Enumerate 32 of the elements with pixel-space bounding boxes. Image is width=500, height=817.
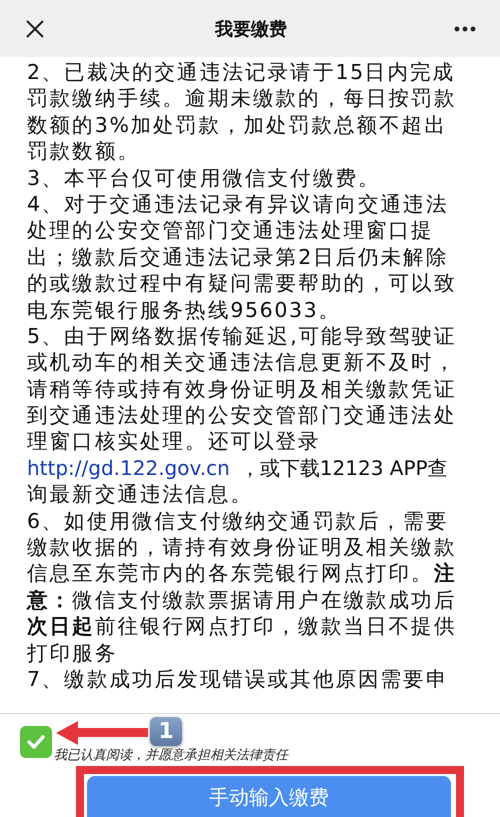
- notice-line: 数额的3%加处罚款，加处罚款总额不超出: [27, 112, 447, 138]
- notice-line: 处理的公安交管部门交通违法处理窗口提: [27, 217, 434, 244]
- notice-line: 6、如使用微信支付缴纳交通罚款后，需要: [27, 508, 448, 534]
- close-icon[interactable]: [26, 20, 44, 38]
- notice-line: 理窗口核实处理。还可以登录: [27, 428, 321, 455]
- notice-line: 打印服务: [27, 640, 118, 666]
- notice-line: 2、已裁决的交通违法记录请于15日内完成: [27, 59, 456, 86]
- notice-line: 或机动车的相关交通违法信息更新不及时，: [27, 349, 456, 376]
- step-badge: 1: [150, 717, 182, 746]
- check-icon: [26, 734, 46, 750]
- notice-line: 罚款数额。: [27, 138, 140, 165]
- notice-line: 意：微信支付缴款票据请用户在缴款成功后: [27, 586, 456, 614]
- notice-line: 次日起前往银行网点打印，缴款当日不提供: [27, 613, 456, 640]
- notice-line: ，或下载12123 APP查: [240, 454, 448, 482]
- notice-line: 电东莞银行服务热线956033。: [27, 296, 341, 323]
- website-link[interactable]: http://gd.122.gov.cn: [27, 454, 230, 482]
- agreement-label: 我已认真阅读，并愿意承担相关法律责任: [54, 748, 288, 763]
- notice-line: 3、本平台仅可使用微信支付缴费。: [27, 164, 381, 191]
- notice-line: 4、对于交通违法记录有异议请向交通违法: [27, 190, 448, 218]
- notice-line: 罚款缴纳手续。逾期未缴款的，每日按罚款: [27, 85, 456, 112]
- page-title: 我要缴费: [215, 18, 287, 40]
- notice-line: 信息至东莞市内的各东莞银行网点打印。注: [27, 560, 456, 587]
- notice-line: 请稍等待或持有效身份证明及相关缴款凭证: [27, 376, 456, 402]
- agreement-checkbox[interactable]: [20, 726, 52, 758]
- notice-line: 7、缴款成功后发现错误或其他原因需要申: [27, 666, 448, 692]
- notice-line: 的或缴款过程中有疑问需要帮助的，可以致: [27, 270, 456, 297]
- notice-line: 出；缴款后交通违法记录第2日后仍未解除: [27, 244, 448, 270]
- notice-line: 5、由于网络数据传输延迟,可能导致驾驶证: [27, 322, 457, 350]
- more-icon[interactable]: [454, 26, 476, 32]
- notice-line: 询最新交通违法信息。: [27, 481, 253, 508]
- notice-line: 到交通违法处理的公安交管部门交通违法处: [27, 402, 456, 428]
- notice-line: 缴款收据的，请持有效身份证明及相关缴款: [27, 534, 456, 560]
